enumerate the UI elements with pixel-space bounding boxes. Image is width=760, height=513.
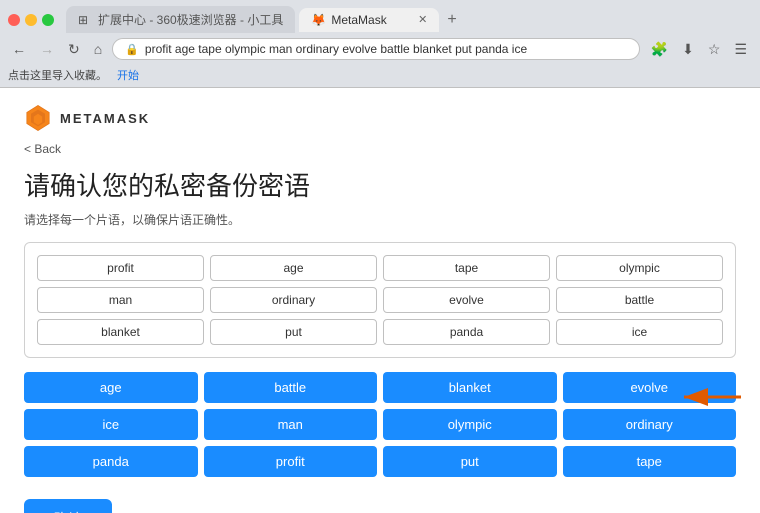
selection-word-chip[interactable]: evolve xyxy=(383,287,550,313)
home-button[interactable]: ⌂ xyxy=(90,39,106,59)
page-title: 请确认您的私密备份密语 xyxy=(24,166,736,203)
answer-grid: agebattleblanketevolveicemanolympicordin… xyxy=(24,372,736,477)
answer-word-chip[interactable]: panda xyxy=(24,446,198,477)
maximize-button[interactable] xyxy=(42,14,54,26)
back-nav-button[interactable]: ← xyxy=(8,39,30,59)
answer-word-chip[interactable]: ice xyxy=(24,409,198,440)
bookmark-start-link[interactable]: 开始 xyxy=(117,67,139,83)
selection-word-chip[interactable]: ordinary xyxy=(210,287,377,313)
tab-close-icon[interactable]: ✕ xyxy=(418,13,427,26)
answer-word-chip[interactable]: battle xyxy=(204,372,378,403)
forward-nav-button[interactable]: → xyxy=(36,39,58,59)
star-button[interactable]: ☆ xyxy=(703,39,726,60)
tab-label-metamask: MetaMask xyxy=(331,13,386,27)
page-content: METAMASK < Back 请确认您的私密备份密语 请选择每一个片语，以确保… xyxy=(0,88,760,513)
tab-metamask[interactable]: 🦊 MetaMask ✕ xyxy=(299,8,439,32)
metamask-title: METAMASK xyxy=(60,111,150,126)
answer-word-chip[interactable]: put xyxy=(383,446,557,477)
confirm-button[interactable]: 确认 xyxy=(24,499,112,513)
metamask-header: METAMASK xyxy=(24,104,736,132)
extensions-button[interactable]: 🧩 xyxy=(646,39,673,60)
close-button[interactable] xyxy=(8,14,20,26)
minimize-button[interactable] xyxy=(25,14,37,26)
answer-word-chip[interactable]: blanket xyxy=(383,372,557,403)
selection-word-chip[interactable]: blanket xyxy=(37,319,204,345)
lock-icon: 🔒 xyxy=(125,43,139,56)
nav-bar: ← → ↻ ⌂ 🔒 profit age tape olympic man or… xyxy=(0,33,760,65)
selection-word-chip[interactable]: put xyxy=(210,319,377,345)
bookmarks-bar: 点击这里导入收藏。 开始 xyxy=(0,65,760,87)
address-text: profit age tape olympic man ordinary evo… xyxy=(145,42,627,56)
address-bar[interactable]: 🔒 profit age tape olympic man ordinary e… xyxy=(112,38,640,60)
answer-word-chip[interactable]: age xyxy=(24,372,198,403)
answer-word-chip[interactable]: tape xyxy=(563,446,737,477)
selection-word-chip[interactable]: man xyxy=(37,287,204,313)
menu-button[interactable]: ☰ xyxy=(729,39,752,60)
selection-word-chip[interactable]: tape xyxy=(383,255,550,281)
back-link[interactable]: < Back xyxy=(24,142,61,156)
tab-bar: ⊞ 扩展中心 - 360极速浏览器 - 小工具 🦊 MetaMask ✕ + xyxy=(0,0,760,33)
selection-word-chip[interactable]: profit xyxy=(37,255,204,281)
nav-actions: 🧩 ⬇ ☆ ☰ xyxy=(646,39,752,60)
tab-label-extension: 扩展中心 - 360极速浏览器 - 小工具 xyxy=(98,11,283,28)
word-grid: profitagetapeolympic manordinaryevolvebat… xyxy=(37,255,723,345)
tab-favicon-extension: ⊞ xyxy=(78,13,92,27)
word-selection-area: profitagetapeolympic manordinaryevolvebat… xyxy=(24,242,736,358)
answer-word-chip[interactable]: profit xyxy=(204,446,378,477)
answer-word-chip[interactable]: man xyxy=(204,409,378,440)
bookmark-text: 点击这里导入收藏。 xyxy=(8,67,107,83)
arrow-confirm-icon xyxy=(114,507,194,513)
download-button[interactable]: ⬇ xyxy=(677,39,699,60)
window-controls xyxy=(8,14,54,26)
selection-word-chip[interactable]: battle xyxy=(556,287,723,313)
page-subtitle: 请选择每一个片语，以确保片语正确性。 xyxy=(24,211,736,228)
new-tab-button[interactable]: + xyxy=(443,11,460,29)
selection-word-chip[interactable]: ice xyxy=(556,319,723,345)
arrow-evolve-icon xyxy=(676,377,746,417)
selection-word-chip[interactable]: panda xyxy=(383,319,550,345)
answer-word-chip[interactable]: olympic xyxy=(383,409,557,440)
tab-favicon-metamask: 🦊 xyxy=(311,13,325,27)
selection-word-chip[interactable]: age xyxy=(210,255,377,281)
browser-chrome: ⊞ 扩展中心 - 360极速浏览器 - 小工具 🦊 MetaMask ✕ + ←… xyxy=(0,0,760,88)
selection-word-chip[interactable]: olympic xyxy=(556,255,723,281)
refresh-button[interactable]: ↻ xyxy=(64,39,84,60)
metamask-logo-icon xyxy=(24,104,52,132)
tab-extension[interactable]: ⊞ 扩展中心 - 360极速浏览器 - 小工具 xyxy=(66,6,295,33)
